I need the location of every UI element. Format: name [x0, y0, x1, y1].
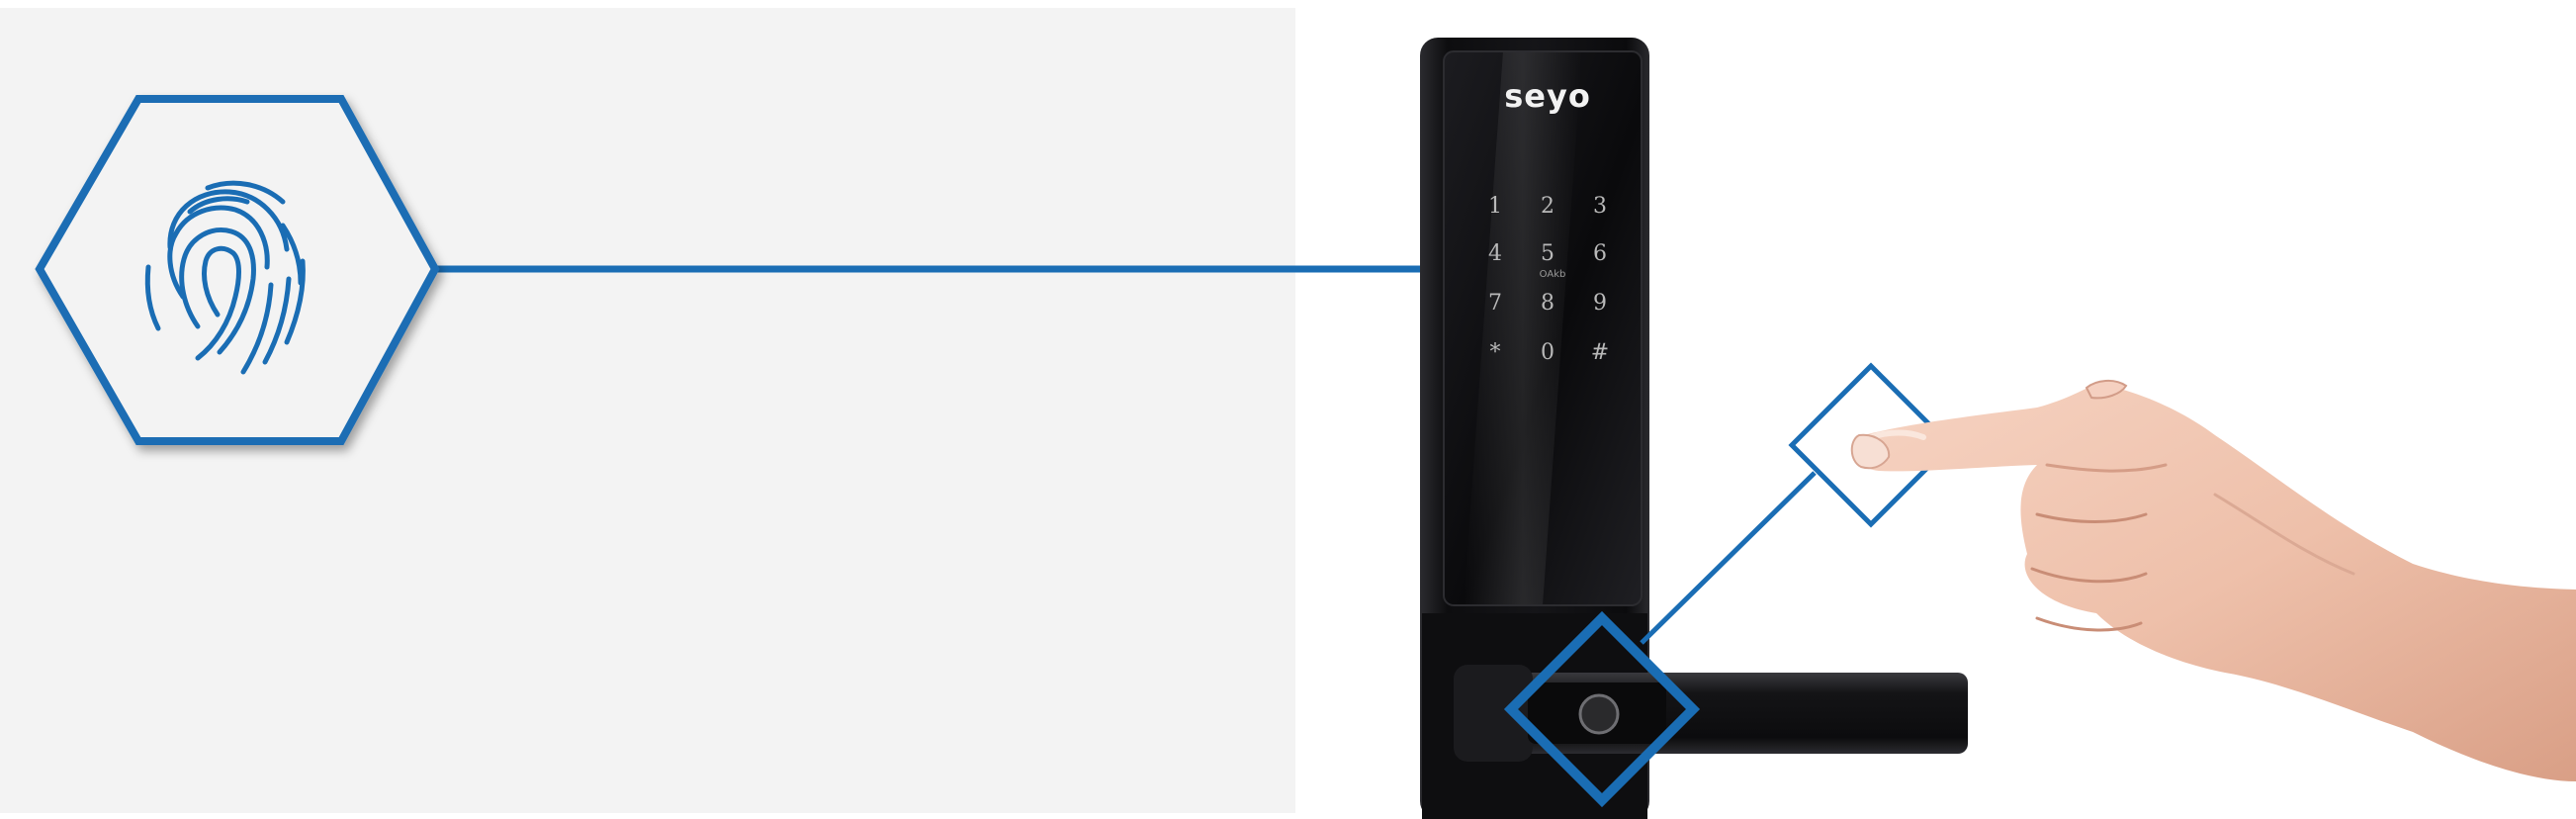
keypad-key: 1 [1488, 194, 1502, 219]
keypad-key: 4 [1488, 241, 1502, 266]
keypad-key: 3 [1593, 194, 1607, 219]
illustration-canvas [35, 38, 2576, 819]
keypad-key: 8 [1541, 291, 1554, 316]
keypad-key: # [1590, 340, 1610, 365]
lock-handle [1454, 665, 1968, 762]
keypad-key: 7 [1488, 291, 1502, 316]
keypad-sublabel: OAkb [1539, 269, 1566, 280]
pointer-line [1640, 471, 1817, 645]
keypad-key: * [1489, 340, 1501, 365]
keypad-key: 0 [1541, 340, 1554, 365]
fingerprint-sensor [1578, 693, 1620, 735]
keypad-key: 9 [1593, 291, 1607, 316]
product-illustration: seyo 1 2 3 4 5 6 7 8 9 * 0 # OAkb [0, 0, 2576, 819]
keypad-key: 5 [1541, 241, 1554, 266]
lock-brand-logo: seyo [1504, 77, 1591, 115]
keypad-key: 2 [1541, 194, 1554, 219]
keypad-key: 6 [1593, 241, 1607, 266]
